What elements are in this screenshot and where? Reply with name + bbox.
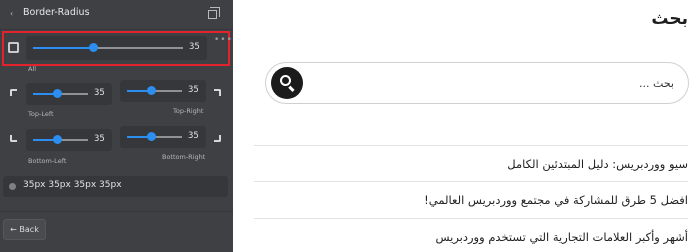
post-link[interactable]: أشهر وأكبر العلامات التجارية التي تستخدم… [435, 230, 688, 244]
top-right-corner-icon [214, 89, 221, 96]
bottom-right-slider[interactable] [127, 132, 182, 141]
list-item: أشهر وأكبر العلامات التجارية التي تستخدم… [254, 218, 688, 252]
search-icon [280, 75, 291, 86]
slider-thumb[interactable] [53, 89, 62, 98]
more-dots-icon[interactable]: ••• [214, 35, 233, 45]
radius-summary-text: 35px 35px 35px 35px [23, 180, 122, 190]
panel-title: Border-Radius [23, 7, 90, 18]
bottom-right-corner-icon [214, 135, 221, 142]
bottom-left-slider[interactable] [33, 135, 88, 144]
bottom-left-corner-icon [10, 135, 17, 142]
top-left-corner-icon [10, 89, 17, 96]
copy-icon[interactable] [208, 7, 220, 19]
bottom-left-label: Bottom-Left [28, 157, 67, 165]
back-button[interactable]: ← Back [3, 219, 46, 240]
panel-header: ‹ Border-Radius [0, 0, 233, 30]
radius-icon [9, 183, 16, 190]
link-corners-icon[interactable] [8, 42, 19, 53]
slider-thumb[interactable] [53, 135, 62, 144]
post-link[interactable]: افضل 5 طرق للمشاركة في مجتمع ووردبريس ال… [424, 193, 688, 207]
bottom-right-label: Bottom-Right [162, 153, 206, 161]
bottom-right-slider-box: 35 [120, 126, 206, 148]
page-preview: بحث سيو ووردبريس: دليل المبتدئين الكامل … [233, 0, 700, 252]
top-right-slider-box: 35 [120, 80, 206, 102]
list-item: سيو ووردبريس: دليل المبتدئين الكامل [254, 145, 688, 181]
bottom-right-value[interactable]: 35 [188, 131, 199, 141]
top-left-label: Top-Left [28, 110, 54, 118]
top-right-label: Top-Right [173, 107, 204, 115]
bottom-left-value[interactable]: 35 [94, 134, 105, 144]
search-button[interactable] [271, 67, 303, 99]
border-radius-panel: ‹ Border-Radius ••• 35 All 35 Top-Left 3… [0, 0, 233, 252]
slider-thumb[interactable] [147, 86, 156, 95]
radius-summary[interactable]: 35px 35px 35px 35px [3, 176, 228, 197]
chevron-left-icon[interactable]: ‹ [10, 9, 13, 18]
post-link[interactable]: سيو ووردبريس: دليل المبتدئين الكامل [507, 157, 688, 171]
search-input[interactable] [334, 74, 674, 92]
top-left-slider[interactable] [33, 89, 88, 98]
top-left-value[interactable]: 35 [94, 88, 105, 98]
all-radius-slider[interactable] [33, 43, 183, 52]
divider [0, 211, 233, 212]
search-form [265, 62, 689, 104]
top-left-slider-box: 35 [26, 83, 112, 105]
bottom-left-slider-box: 35 [26, 129, 112, 151]
page-title: بحث [651, 9, 688, 29]
slider-thumb[interactable] [89, 43, 98, 52]
all-radius-slider-box: 35 [26, 36, 207, 60]
list-item: افضل 5 طرق للمشاركة في مجتمع ووردبريس ال… [254, 181, 688, 217]
top-right-slider[interactable] [127, 86, 182, 95]
slider-thumb[interactable] [147, 132, 156, 141]
all-label: All [28, 65, 37, 73]
top-right-value[interactable]: 35 [188, 85, 199, 95]
all-radius-value[interactable]: 35 [189, 42, 200, 52]
